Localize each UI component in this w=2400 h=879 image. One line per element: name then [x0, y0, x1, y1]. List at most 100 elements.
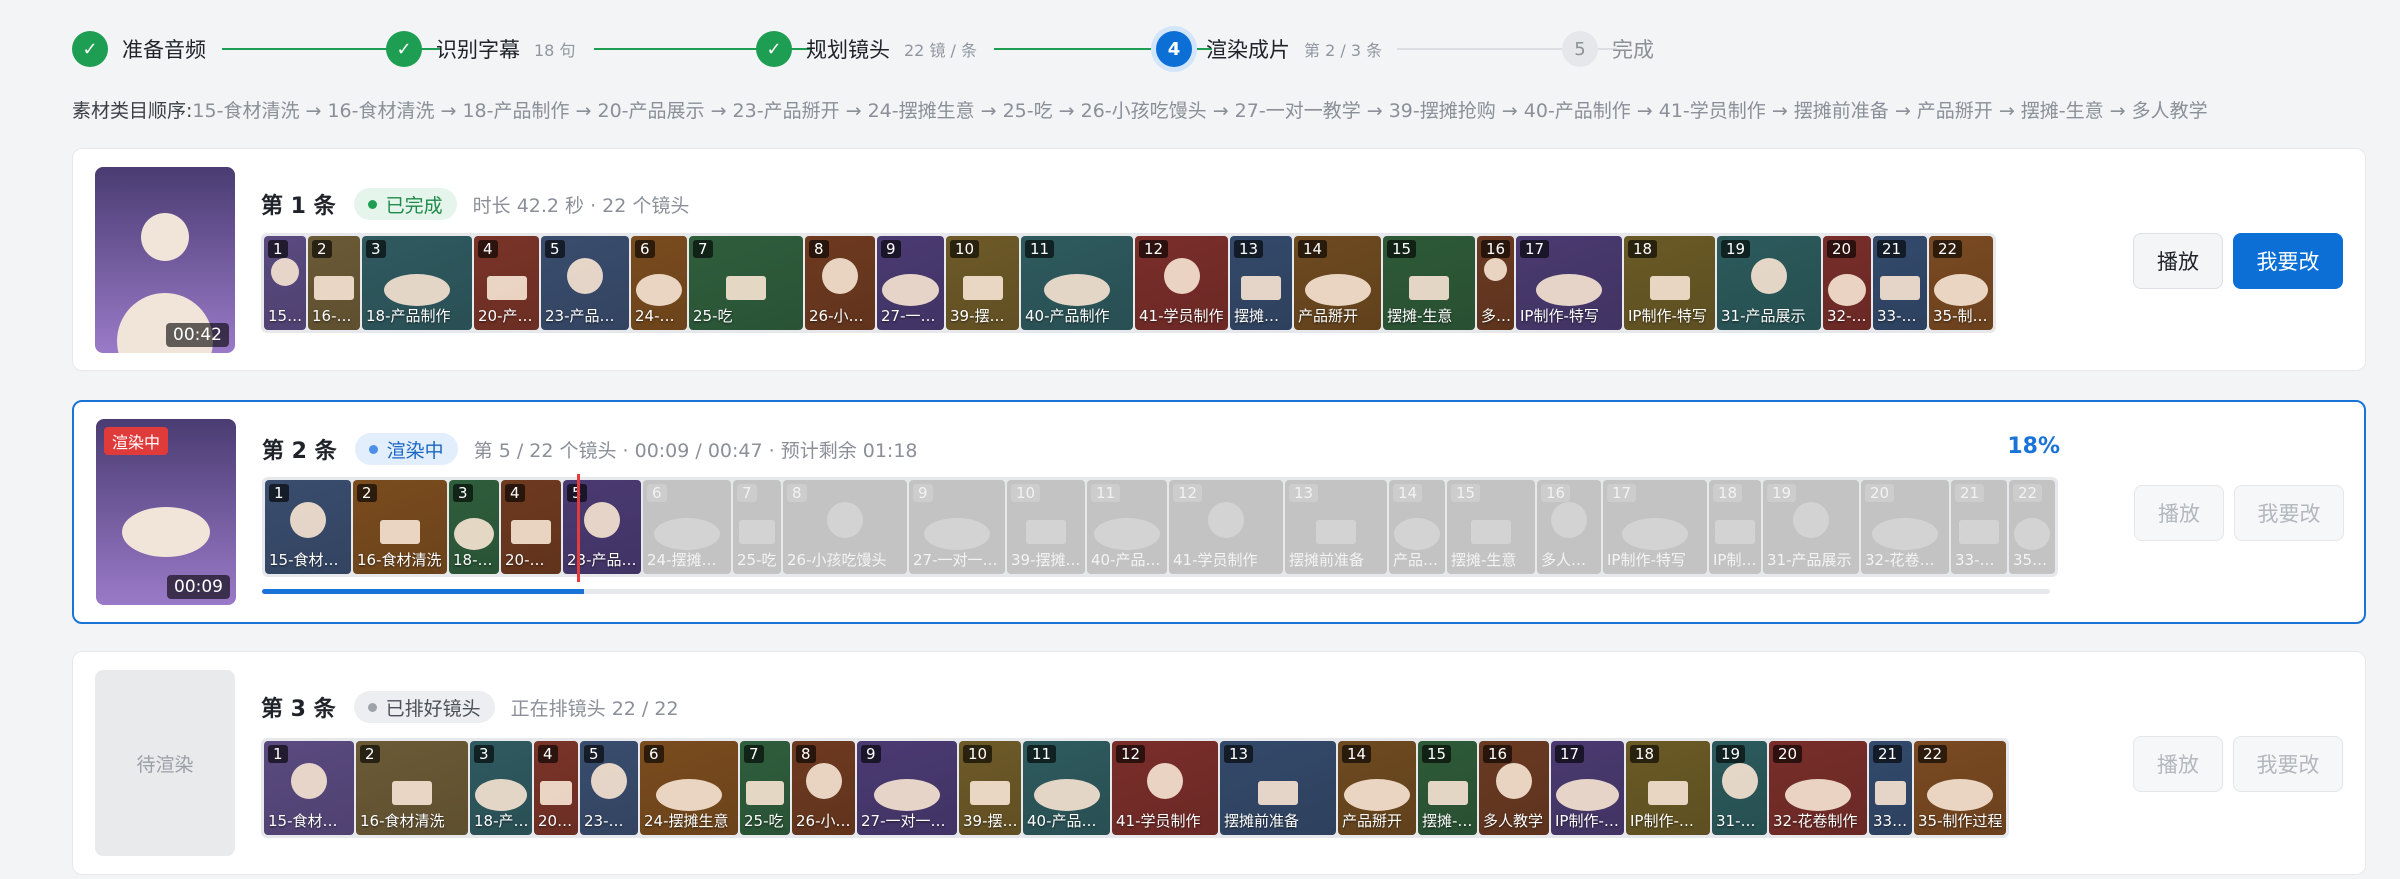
shot-thumbnail[interactable]: 9 27-一对一教学 — [909, 480, 1005, 574]
shot-thumbnail[interactable]: 21 33-产品制作 — [1951, 480, 2007, 574]
shot-thumbnail[interactable]: 21 33-产品制作 — [1873, 236, 1927, 330]
shot-name: 15-食材清洗 — [269, 551, 348, 569]
shot-name: IP制作-特写 — [1713, 551, 1758, 569]
status-dot-icon — [367, 702, 377, 712]
shot-thumbnail[interactable]: 20 32-花卷制作 — [1769, 741, 1867, 835]
shot-thumbnail[interactable]: 4 20-产品展示 — [474, 236, 539, 330]
shot-thumbnail[interactable]: 18 IP制作-特写 — [1626, 741, 1710, 835]
shot-thumbnail[interactable]: 8 26-小孩吃馒头 — [783, 480, 907, 574]
cover-duration: 00:42 — [166, 323, 229, 347]
shot-thumbnail[interactable]: 1 15-食材清洗 — [264, 741, 354, 835]
shot-thumbnail[interactable]: 13 摆摊前准备 — [1220, 741, 1336, 835]
shot-thumbnail[interactable]: 16 多人教学 — [1479, 741, 1549, 835]
shot-thumbnail[interactable]: 18 IP制作-特写 — [1709, 480, 1761, 574]
shot-thumbnail[interactable]: 6 24-摆摊生意 — [631, 236, 687, 330]
cover-thumbnail[interactable]: 待渲染 — [95, 670, 235, 856]
shot-name: 摆摊-生意 — [1387, 307, 1453, 325]
shot-thumbnail[interactable]: 19 31-产品展示 — [1712, 741, 1767, 835]
shot-number: 8 — [796, 745, 816, 763]
shot-thumbnail[interactable]: 19 31-产品展示 — [1717, 236, 1821, 330]
shot-number: 13 — [1289, 484, 1319, 502]
shot-thumbnail[interactable]: 15 摆摊-生意 — [1418, 741, 1477, 835]
shot-thumbnail[interactable]: 13 摆摊前准备 — [1285, 480, 1387, 574]
shot-thumbnail[interactable]: 3 18-产品制作 — [470, 741, 532, 835]
shot-thumbnail[interactable]: 12 41-学员制作 — [1169, 480, 1283, 574]
shot-figure — [1715, 520, 1755, 544]
shot-thumbnail[interactable]: 10 39-摆摊抢购 — [946, 236, 1019, 330]
shot-figure — [726, 276, 766, 300]
shot-thumbnail[interactable]: 17 IP制作-特写 — [1603, 480, 1707, 574]
shot-thumbnail[interactable]: 1 15-食材清洗 — [265, 480, 351, 574]
play-button[interactable]: 播放 — [2134, 485, 2224, 541]
shot-thumbnail[interactable]: 7 25-吃 — [740, 741, 790, 835]
shot-thumbnail[interactable]: 9 27-一对一教学 — [857, 741, 957, 835]
shot-thumbnail[interactable]: 10 39-摆摊抢购 — [1007, 480, 1085, 574]
step-label: 渲染成片 — [1206, 38, 1290, 62]
shot-thumbnail[interactable]: 11 40-产品制作 — [1021, 236, 1133, 330]
shot-thumbnail[interactable]: 15 摆摊-生意 — [1383, 236, 1475, 330]
shot-thumbnail[interactable]: 12 41-学员制作 — [1135, 236, 1228, 330]
shot-thumbnail[interactable]: 11 40-产品制作 — [1087, 480, 1167, 574]
shot-name: 摆摊前准备 — [1234, 307, 1289, 325]
step-plan-shots: ✓ 规划镜头 22 镜 / 条 — [756, 28, 977, 70]
shot-thumbnail[interactable]: 22 35-制作过程 — [1914, 741, 2006, 835]
shot-thumbnail[interactable]: 16 多人教学 — [1537, 480, 1601, 574]
shot-thumbnail[interactable]: 523-产品掰开 — [541, 236, 629, 330]
shot-thumbnail[interactable]: 13 摆摊前准备 — [1230, 236, 1292, 330]
shot-thumbnail[interactable]: 11 40-产品制作 — [1023, 741, 1110, 835]
shot-name: 27-一对一教学 — [913, 551, 1002, 569]
shot-thumbnail[interactable]: 10 39-摆摊抢购 — [959, 741, 1021, 835]
shot-thumbnail[interactable]: 9 27-一对一教学 — [877, 236, 944, 330]
shot-thumbnail[interactable]: 8 26-小孩吃馒头 — [792, 741, 855, 835]
shot-thumbnail[interactable]: 14 产品掰开 — [1294, 236, 1381, 330]
shot-thumbnail[interactable]: 3 18-产品制作 — [362, 236, 472, 330]
shot-number: 4 — [505, 484, 525, 502]
play-button[interactable]: 播放 — [2133, 233, 2223, 289]
shot-thumbnail[interactable]: 14 产品掰开 — [1389, 480, 1445, 574]
shot-thumbnail[interactable]: 523-产品掰开 — [563, 480, 641, 574]
shot-thumbnail[interactable]: 7 25-吃 — [689, 236, 803, 330]
shot-thumbnail[interactable]: 20 32-花卷制作 — [1823, 236, 1871, 330]
shot-thumbnail[interactable]: 22 35-制作过程 — [2009, 480, 2055, 574]
shot-figure — [827, 502, 863, 538]
play-button[interactable]: 播放 — [2133, 736, 2223, 792]
edit-button[interactable]: 我要改 — [2234, 485, 2344, 541]
shot-thumbnail[interactable]: 4 20-产品展示 — [501, 480, 561, 574]
shot-thumbnail[interactable]: 8 26-小孩吃馒头 — [805, 236, 875, 330]
shot-thumbnail[interactable]: 523-产品掰开 — [580, 741, 638, 835]
shot-thumbnail[interactable]: 6 24-摆摊生意 — [643, 480, 731, 574]
shot-thumbnail[interactable]: 1 15-食材清洗 — [264, 236, 306, 330]
shot-name: 多人教学 — [1483, 812, 1544, 830]
shot-thumbnail[interactable]: 21 33-产品制作 — [1869, 741, 1912, 835]
shot-thumbnail[interactable]: 17 IP制作-特写 — [1516, 236, 1622, 330]
shot-thumbnail[interactable]: 18 IP制作-特写 — [1624, 236, 1715, 330]
shot-thumbnail[interactable]: 22 35-制作过程 — [1929, 236, 1993, 330]
shot-number: 10 — [1011, 484, 1041, 502]
shot-thumbnail[interactable]: 4 20-产品展示 — [534, 741, 578, 835]
cover-thumbnail[interactable]: 00:42 — [95, 167, 235, 353]
shot-thumbnail[interactable]: 17 IP制作-特写 — [1551, 741, 1624, 835]
shot-name: 23-产品掰开 — [584, 812, 635, 830]
shot-name: 26-小孩吃馒头 — [796, 812, 852, 830]
shot-thumbnail[interactable]: 14 产品掰开 — [1338, 741, 1416, 835]
shot-thumbnail[interactable]: 2 16-食材清洗 — [308, 236, 360, 330]
shot-thumbnail[interactable]: 15 摆摊-生意 — [1447, 480, 1535, 574]
item-meta: 第 5 / 22 个镜头 · 00:09 / 00:47 · 预计剩余 01:1… — [473, 439, 918, 462]
shot-thumbnail[interactable]: 19 31-产品展示 — [1763, 480, 1859, 574]
shot-thumbnail[interactable]: 12 41-学员制作 — [1112, 741, 1218, 835]
shot-thumbnail[interactable]: 2 16-食材清洗 — [356, 741, 468, 835]
shot-name: 产品掰开 — [1298, 307, 1359, 325]
edit-button[interactable]: 我要改 — [2233, 736, 2343, 792]
edit-button[interactable]: 我要改 — [2233, 233, 2343, 289]
shot-number: 22 — [2013, 484, 2043, 502]
shot-thumbnail[interactable]: 3 18-产品制作 — [449, 480, 499, 574]
shot-figure — [656, 779, 722, 811]
shot-thumbnail[interactable]: 6 24-摆摊生意 — [640, 741, 738, 835]
shot-figure — [1828, 274, 1866, 306]
shot-figure — [636, 274, 682, 306]
cover-thumbnail[interactable]: 渲染中 00:09 — [96, 419, 236, 605]
shot-thumbnail[interactable]: 2 16-食材清洗 — [353, 480, 447, 574]
shot-thumbnail[interactable]: 7 25-吃 — [733, 480, 781, 574]
shot-thumbnail[interactable]: 20 32-花卷制作 — [1861, 480, 1949, 574]
shot-thumbnail[interactable]: 16 多人教学 — [1477, 236, 1514, 330]
